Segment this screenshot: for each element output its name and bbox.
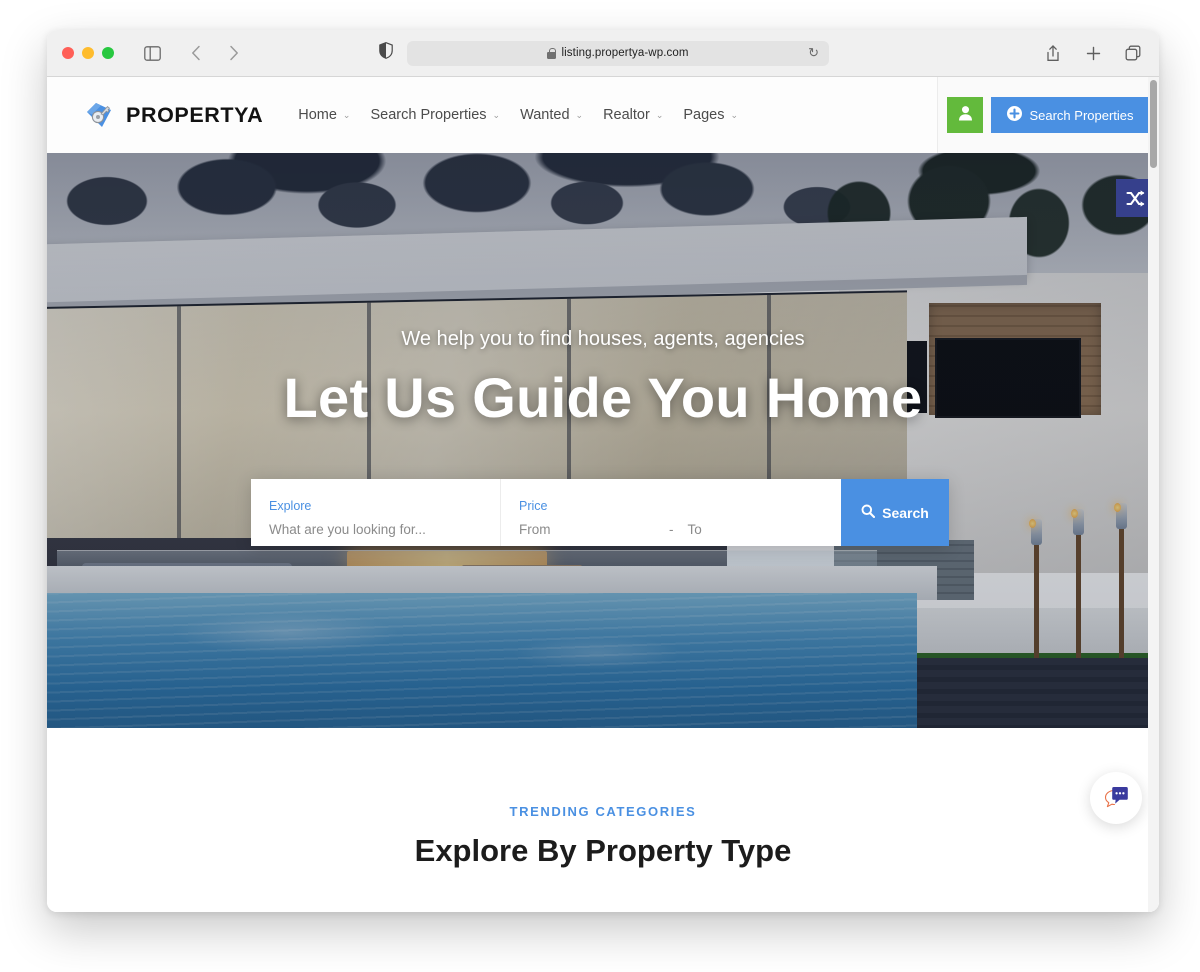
trending-title: Explore By Property Type	[414, 833, 792, 868]
user-account-button[interactable]	[947, 97, 984, 133]
lock-icon	[547, 47, 557, 59]
forward-button[interactable]	[220, 39, 248, 67]
explore-input[interactable]: What are you looking for...	[269, 522, 500, 537]
url-input[interactable]: listing.propertya-wp.com ↻	[407, 40, 829, 66]
site-logo[interactable]: PROPERTYA	[82, 98, 263, 132]
property-search-form: Explore What are you looking for... Pric…	[251, 479, 949, 546]
chevron-down-icon: ⌄	[342, 109, 351, 120]
search-properties-button[interactable]: Search Properties	[991, 97, 1150, 133]
magnifier-icon	[861, 504, 876, 521]
nav-item-pages[interactable]: Pages ⌄	[683, 107, 738, 123]
chevron-down-icon: ⌄	[492, 109, 501, 120]
chat-bubble-icon	[1101, 781, 1131, 816]
page-viewport: PROPERTYA Home ⌄ Search Properties ⌄ Wan…	[47, 77, 1159, 912]
nav-label: Pages	[683, 107, 725, 123]
page-scrollbar-thumb[interactable]	[1150, 80, 1157, 168]
hero-title: Let Us Guide You Home	[283, 366, 923, 429]
back-button[interactable]	[182, 39, 210, 67]
sidebar-toggle-icon[interactable]	[138, 39, 166, 67]
explore-field[interactable]: Explore What are you looking for...	[251, 479, 501, 546]
site-header: PROPERTYA Home ⌄ Search Properties ⌄ Wan…	[47, 77, 1159, 153]
plus-circle-icon	[1007, 106, 1023, 124]
trending-kicker: TRENDING CATEGORIES	[509, 804, 697, 819]
share-icon[interactable]	[1039, 39, 1067, 67]
nav-item-realtor[interactable]: Realtor ⌄	[603, 107, 663, 123]
new-tab-button[interactable]	[1079, 39, 1107, 67]
maximize-window-button[interactable]	[102, 47, 114, 59]
privacy-shield-icon[interactable]	[379, 42, 393, 64]
browser-window: listing.propertya-wp.com ↻ PROPERTYA Hom…	[47, 30, 1159, 912]
tab-overview-icon[interactable]	[1119, 39, 1147, 67]
main-navigation: Home ⌄ Search Properties ⌄ Wanted ⌄ Real…	[298, 107, 738, 123]
nav-item-home[interactable]: Home ⌄	[298, 107, 350, 123]
hero-section: We help you to find houses, agents, agen…	[47, 153, 1159, 728]
address-bar-area: listing.propertya-wp.com ↻	[379, 40, 829, 66]
price-label: Price	[519, 499, 548, 513]
chevron-down-icon: ⌄	[655, 109, 664, 120]
search-properties-label: Search Properties	[1029, 107, 1134, 123]
user-account-icon	[958, 105, 973, 126]
reload-button[interactable]: ↻	[808, 45, 819, 61]
price-separator: -	[669, 522, 674, 537]
hero-content: We help you to find houses, agents, agen…	[47, 328, 1159, 430]
chat-widget-button[interactable]	[1090, 772, 1142, 824]
explore-label: Explore	[269, 499, 312, 513]
hero-overlay	[47, 153, 1159, 728]
price-to-input[interactable]: To	[688, 522, 702, 537]
nav-label: Search Properties	[370, 107, 487, 123]
minimize-window-button[interactable]	[82, 47, 94, 59]
page-scrollbar[interactable]	[1148, 77, 1159, 912]
header-actions: Search Properties	[937, 77, 1159, 153]
nav-item-wanted[interactable]: Wanted ⌄	[520, 107, 583, 123]
search-submit-label: Search	[882, 504, 929, 521]
trending-categories-section: TRENDING CATEGORIES Explore By Property …	[47, 728, 1159, 912]
key-tag-logo-icon	[82, 98, 116, 132]
brand-name: PROPERTYA	[126, 102, 264, 127]
nav-label: Realtor	[603, 107, 650, 123]
hero-subtitle: We help you to find houses, agents, agen…	[401, 328, 805, 350]
nav-item-search-properties[interactable]: Search Properties ⌄	[370, 107, 500, 123]
price-from-input[interactable]: From	[519, 522, 669, 537]
window-controls	[62, 47, 114, 59]
chevron-down-icon: ⌄	[575, 109, 584, 120]
price-field[interactable]: Price From - To	[501, 479, 841, 546]
nav-label: Home	[298, 107, 337, 123]
search-submit-button[interactable]: Search	[841, 479, 949, 546]
nav-label: Wanted	[520, 107, 570, 123]
chevron-down-icon: ⌄	[730, 109, 739, 120]
close-window-button[interactable]	[62, 47, 74, 59]
browser-toolbar: listing.propertya-wp.com ↻	[47, 30, 1159, 77]
url-text: listing.propertya-wp.com	[561, 47, 689, 59]
